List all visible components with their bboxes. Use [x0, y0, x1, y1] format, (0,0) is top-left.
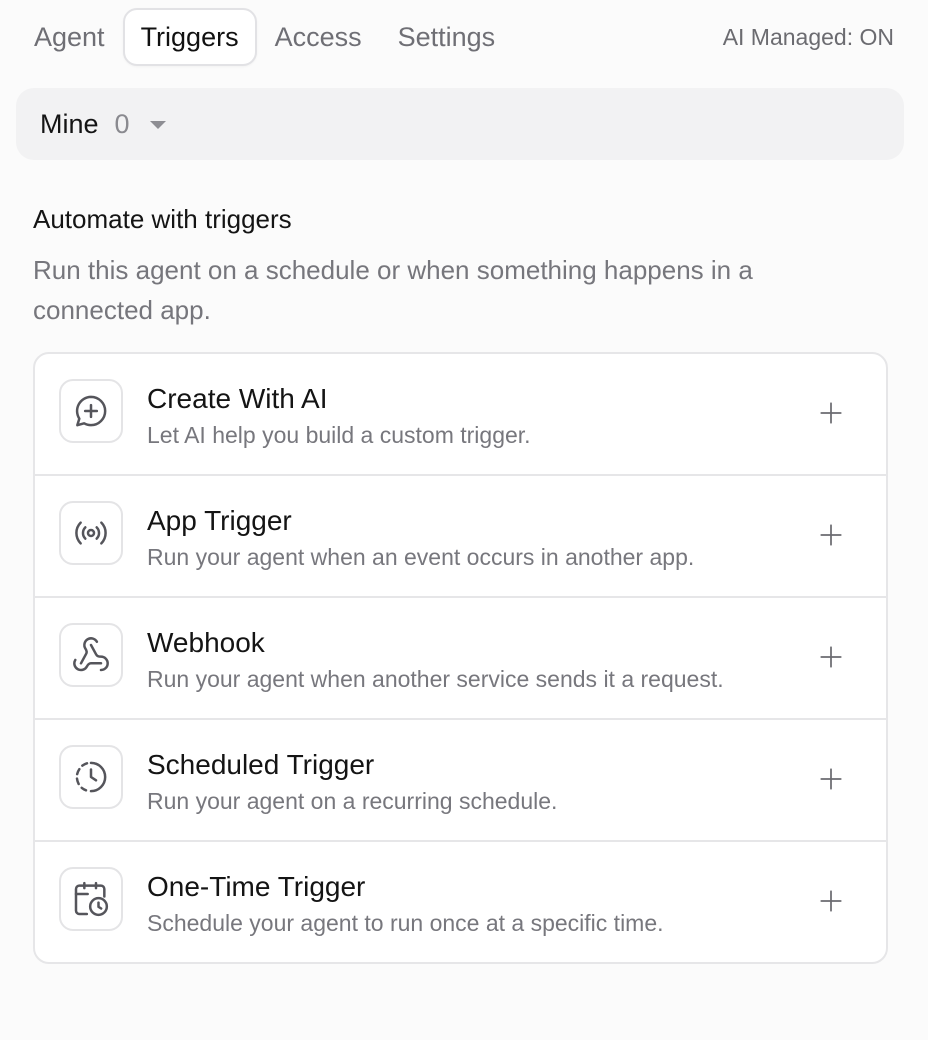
- filter-bar: Mine 0: [16, 88, 904, 160]
- tab-triggers[interactable]: Triggers: [122, 8, 257, 66]
- trigger-item-create-with-ai[interactable]: Create With AI Let AI help you build a c…: [35, 354, 886, 476]
- clock-dashed-icon: [59, 745, 123, 809]
- trigger-list: Create With AI Let AI help you build a c…: [33, 352, 888, 964]
- trigger-description: Let AI help you build a custom trigger.: [147, 422, 531, 448]
- trigger-description: Run your agent when another service send…: [147, 666, 724, 692]
- tab-agent[interactable]: Agent: [16, 8, 123, 66]
- trigger-title: App Trigger: [147, 505, 292, 536]
- trigger-item-scheduled-trigger[interactable]: Scheduled Trigger Run your agent on a re…: [35, 720, 886, 842]
- add-icon[interactable]: [816, 398, 846, 428]
- calendar-clock-icon: [59, 867, 123, 931]
- tab-access[interactable]: Access: [257, 8, 380, 66]
- filter-label: Mine: [40, 108, 99, 139]
- add-icon[interactable]: [816, 886, 846, 916]
- tab-bar: Agent Triggers Access Settings AI Manage…: [16, 8, 896, 66]
- trigger-title: Webhook: [147, 627, 265, 658]
- owner-filter-dropdown[interactable]: Mine 0: [40, 109, 166, 140]
- trigger-description: Schedule your agent to run once at a spe…: [147, 910, 664, 936]
- broadcast-icon: [59, 501, 123, 565]
- ai-managed-status: AI Managed: ON: [722, 23, 894, 50]
- caret-down-icon: [149, 121, 166, 129]
- trigger-item-one-time-trigger[interactable]: One-Time Trigger Schedule your agent to …: [35, 842, 886, 962]
- trigger-item-webhook[interactable]: Webhook Run your agent when another serv…: [35, 598, 886, 720]
- add-icon[interactable]: [816, 764, 846, 794]
- trigger-description: Run your agent on a recurring schedule.: [147, 788, 558, 814]
- section-description: Run this agent on a schedule or when som…: [33, 255, 753, 325]
- trigger-title: Scheduled Trigger: [147, 749, 375, 780]
- trigger-title: One-Time Trigger: [147, 871, 366, 902]
- add-icon[interactable]: [816, 642, 846, 672]
- webhook-icon: [59, 623, 123, 687]
- section-title: Automate with triggers: [33, 204, 292, 234]
- tab-settings[interactable]: Settings: [380, 8, 514, 66]
- trigger-title: Create With AI: [147, 383, 328, 414]
- trigger-item-app-trigger[interactable]: App Trigger Run your agent when an event…: [35, 476, 886, 598]
- filter-count: 0: [114, 108, 130, 139]
- add-icon[interactable]: [816, 520, 846, 550]
- trigger-description: Run your agent when an event occurs in a…: [147, 544, 695, 570]
- chat-plus-icon: [59, 379, 123, 443]
